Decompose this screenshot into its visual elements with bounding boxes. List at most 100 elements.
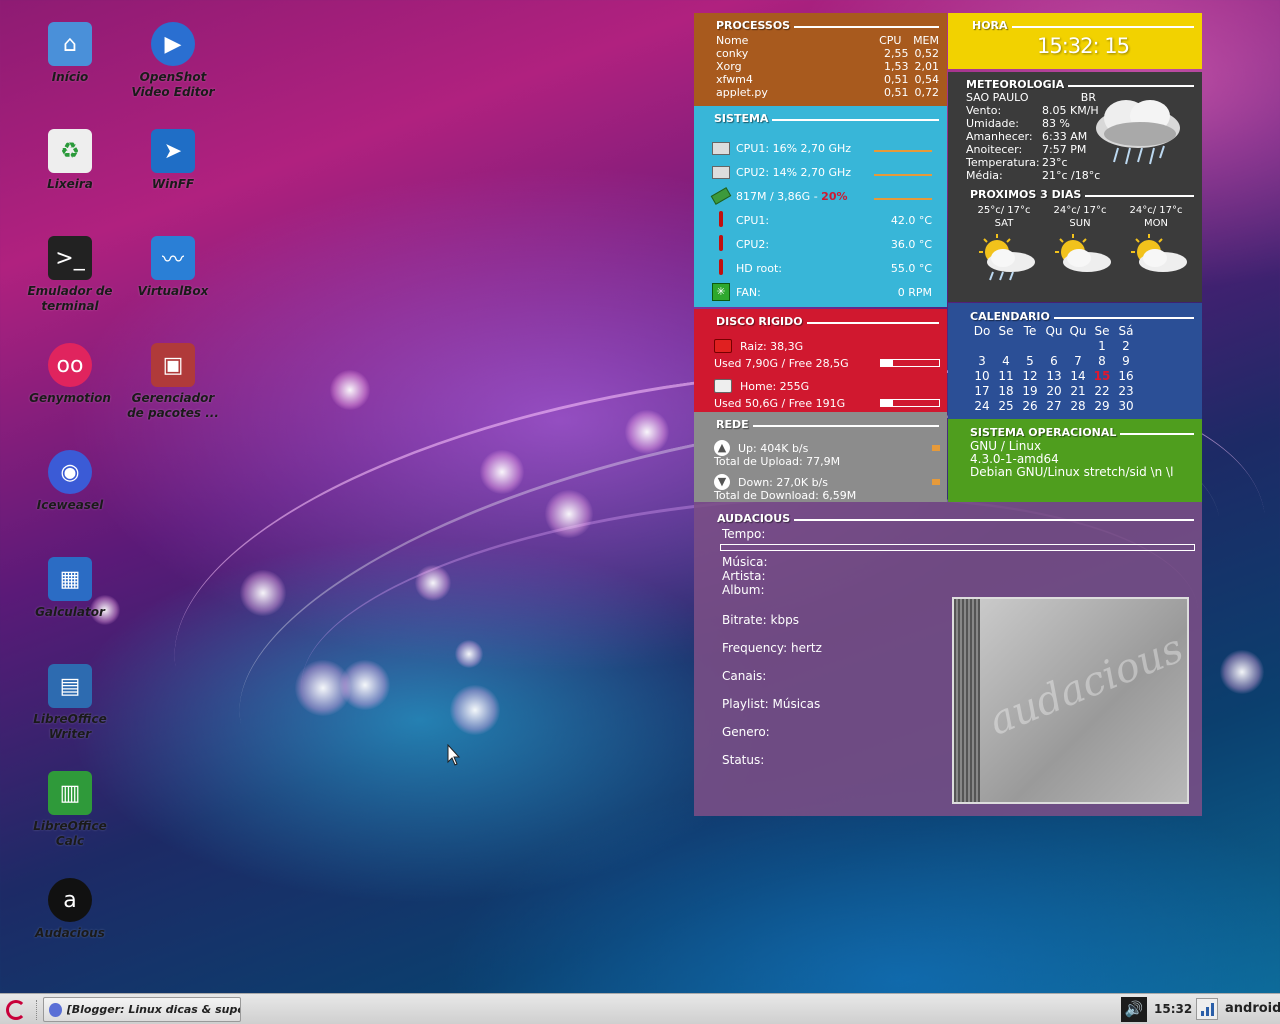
wallpaper-bokeh — [625, 410, 669, 454]
wallpaper-bokeh — [330, 370, 370, 410]
home-disk-icon — [714, 379, 732, 393]
process-name: xfwm4 — [716, 73, 753, 86]
calendar-day: 27 — [1046, 399, 1062, 413]
calendar-week: 10 11 12 13 14 15 16 — [970, 369, 1194, 384]
playlist-label: Playlist: Músicas — [722, 697, 821, 711]
desktop-icon-iceweasel[interactable]: ◉ Iceweasel — [22, 450, 118, 513]
fan-icon: ✳ — [712, 283, 730, 301]
calendar-weekday: Qu — [1045, 324, 1063, 338]
sensor-label: CPU2: — [736, 237, 770, 251]
home-folder-icon: ⌂ — [48, 22, 92, 66]
taskbar: [Blogger: Linux dicas & supo... 🔊 15:32 … — [0, 993, 1280, 1024]
raiz-size: Raiz: 38,3G — [740, 339, 804, 353]
sensor-label: FAN: — [736, 285, 761, 299]
weather-label: Umidade: — [966, 117, 1020, 130]
taskbar-clock[interactable]: 15:32 — [1154, 1002, 1192, 1016]
taskbar-user[interactable]: android — [1225, 1001, 1280, 1016]
sun-cloud-icon — [1055, 234, 1111, 272]
package-manager-icon: ▣ — [151, 343, 195, 387]
raiz-used: Used 7,90G / Free 28,5G — [714, 357, 849, 370]
calendar-day: 16 — [1118, 369, 1134, 383]
desktop-icon-genymotion[interactable]: oo Genymotion — [22, 343, 118, 406]
desktop-icon-winff[interactable]: ➤ WinFF — [125, 129, 221, 192]
audacious-title: AUDACIOUS — [717, 512, 1194, 525]
process-mem: 0,52 — [914, 47, 940, 60]
processos-header: Nome CPU MEM — [716, 34, 939, 47]
musica-label: Música: — [722, 555, 768, 569]
calendar-day: 13 — [1046, 369, 1062, 383]
calculator-icon: ▦ — [48, 557, 92, 601]
desktop-icon-calc[interactable]: ▥ LibreOffice Calc — [22, 771, 118, 849]
wallpaper-bokeh — [480, 450, 524, 494]
sensor-value: 55.0 °C — [890, 261, 932, 275]
desktop-icon-label: VirtualBox — [137, 284, 209, 298]
artista-label: Artista: — [722, 569, 766, 583]
desktop-icon-audacious[interactable]: a Audacious — [22, 878, 118, 941]
rede-title: REDE — [716, 418, 939, 431]
desktop-icon-label: Lixeira — [47, 177, 93, 191]
sistema-title: SISTEMA — [714, 112, 939, 125]
desktop-icon-label: Início — [51, 70, 89, 84]
calendar-day: 4 — [1002, 354, 1010, 368]
forecast-day-name: SUN — [1069, 218, 1091, 229]
sun-cloud-icon — [1131, 234, 1187, 272]
process-row: conky 2,55 0,52 — [716, 47, 939, 60]
memory-usage: 817M / 3,86G - 20% — [736, 189, 848, 203]
rain-cloud-icon — [1088, 90, 1188, 170]
processos-title: PROCESSOS — [716, 19, 939, 32]
process-row: Xorg 1,53 2,01 — [716, 60, 939, 73]
virtualbox-icon: 〰 — [151, 236, 195, 280]
calendar-weekday: Te — [1023, 324, 1037, 338]
raiz-usage-bar — [880, 359, 940, 367]
calendar-day: 29 — [1094, 399, 1110, 413]
desktop-icon-label: Iceweasel — [36, 498, 104, 512]
calendar-weekday: Se — [1094, 324, 1110, 338]
desktop-icon-writer[interactable]: ▤ LibreOffice Writer — [22, 664, 118, 742]
process-cpu: 1,53 — [884, 60, 909, 73]
process-name: applet.py — [716, 86, 768, 99]
trash-icon: ♻ — [48, 129, 92, 173]
weather-value: 6:33 AM — [1042, 130, 1088, 143]
calendar-week: 17 18 19 20 21 22 23 — [970, 384, 1194, 399]
cpu1-graph — [874, 150, 932, 152]
debian-menu-icon[interactable] — [6, 1000, 26, 1020]
cover-watermark: audacious — [982, 625, 1189, 745]
sensor-label: CPU1: — [736, 213, 770, 227]
sensor-value: 42.0 °C — [890, 213, 932, 227]
process-mem: 2,01 — [914, 60, 940, 73]
desktop-icon-virtualbox[interactable]: 〰 VirtualBox — [125, 236, 221, 299]
taskbar-separator — [36, 1000, 38, 1020]
calendar-day: 20 — [1046, 384, 1062, 398]
taskbar-window-button[interactable]: [Blogger: Linux dicas & supo... — [43, 997, 241, 1022]
calendar-week: 24 25 26 27 28 29 30 — [970, 399, 1194, 414]
weather-value: 83 % — [1042, 117, 1070, 130]
video-convert-icon: ➤ — [151, 129, 195, 173]
calendar-day: 2 — [1122, 339, 1130, 353]
desktop-icon-inicio[interactable]: ⌂ Início — [22, 22, 118, 85]
cpu2-graph — [874, 174, 932, 176]
weather-value: 7:57 PM — [1042, 143, 1087, 156]
cpu-chip-icon — [712, 141, 730, 155]
tempo-progress-bar — [720, 544, 1195, 551]
desktop-icon-openshot[interactable]: ▶ OpenShot Video Editor — [125, 22, 221, 100]
desktop-icon-terminal[interactable]: >_ Emulador de terminal — [22, 236, 118, 314]
desktop-icon-calculator[interactable]: ▦ Galculator — [22, 557, 118, 620]
desktop-icon-lixeira[interactable]: ♻ Lixeira — [22, 129, 118, 192]
calendar-weekday: Do — [973, 324, 991, 338]
network-signal-icon[interactable] — [1196, 998, 1218, 1020]
calendar-day: 3 — [978, 354, 986, 368]
desktop-icon-pacotes[interactable]: ▣ Gerenciador de pacotes ... — [125, 343, 221, 421]
download-arrow-icon: ▼ — [714, 474, 730, 490]
forecast-day: 24°c/ 17°c MON — [1118, 204, 1194, 285]
process-mem: 0,54 — [914, 73, 940, 86]
upload-total: Total de Upload: 77,9M — [714, 455, 841, 468]
hora-title: HORA — [972, 19, 1194, 32]
calendar-day — [994, 339, 1018, 354]
weather-value: 23°c — [1042, 156, 1068, 169]
volume-icon[interactable]: 🔊 — [1121, 997, 1147, 1022]
desktop-icon-label: WinFF — [151, 177, 195, 191]
terminal-icon: >_ — [48, 236, 92, 280]
upload-arrow-icon: ▲ — [714, 440, 730, 456]
calendar-today: 15 — [1093, 369, 1111, 383]
cpu-chip-icon — [712, 165, 730, 179]
